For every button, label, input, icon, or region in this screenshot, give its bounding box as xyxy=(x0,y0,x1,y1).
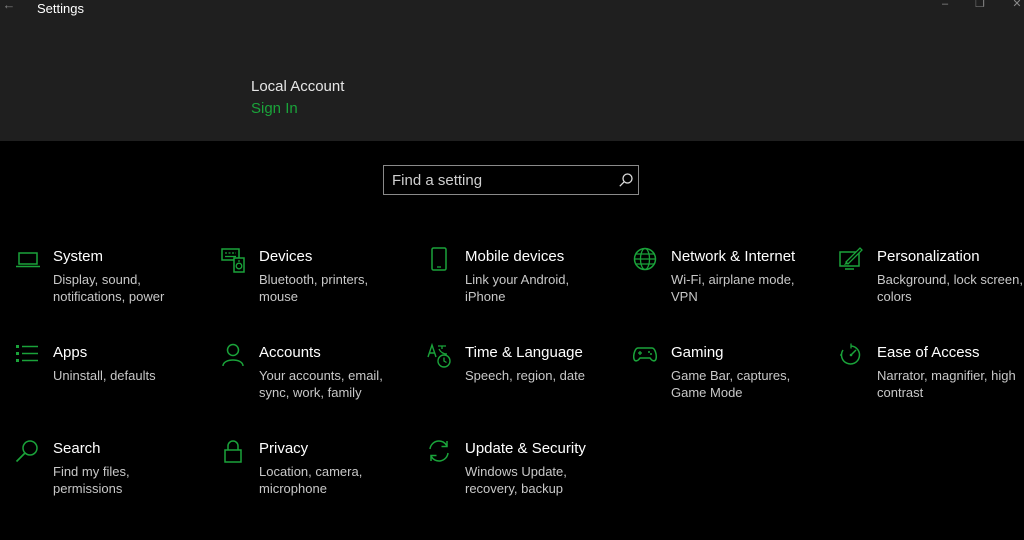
search-icon xyxy=(15,439,41,465)
category-description: Location, camera, microphone xyxy=(259,464,363,496)
category-description: Your accounts, email, sync, work, family xyxy=(259,368,383,400)
keyboard-speaker-icon xyxy=(221,247,247,273)
category-title: Search xyxy=(53,440,101,457)
category-title: Ease of Access xyxy=(877,344,980,361)
category-accounts[interactable]: Accounts Your accounts, email, sync, wor… xyxy=(221,343,411,423)
laptop-icon xyxy=(15,247,41,273)
category-description: Find my files, permissions xyxy=(53,464,130,496)
search-input[interactable] xyxy=(384,166,614,194)
category-privacy[interactable]: Privacy Location, camera, microphone xyxy=(221,439,411,519)
category-gaming[interactable]: Gaming Game Bar, captures, Game Mode xyxy=(633,343,823,423)
category-description: Display, sound, notifications, power xyxy=(53,272,165,304)
category-title: Gaming xyxy=(671,344,724,361)
category-description: Bluetooth, printers, mouse xyxy=(259,272,369,304)
globe-icon xyxy=(633,247,659,273)
category-title: Personalization xyxy=(877,248,980,265)
category-ease-of-access[interactable]: Ease of Access Narrator, magnifier, high… xyxy=(839,343,1024,423)
minimize-button[interactable]: – xyxy=(936,0,954,11)
category-time-language[interactable]: Time & Language Speech, region, date xyxy=(427,342,617,423)
category-title: Apps xyxy=(53,344,88,361)
close-button[interactable]: ✕ xyxy=(1008,0,1024,11)
title-bar: ← Settings – ❐ ✕ xyxy=(0,0,1024,18)
sign-in-link[interactable]: Sign In xyxy=(251,100,298,118)
search-box[interactable] xyxy=(383,165,639,195)
time-language-icon xyxy=(427,342,453,369)
account-name: Local Account xyxy=(251,78,345,95)
back-arrow-icon[interactable]: ← xyxy=(2,0,16,12)
category-update-security[interactable]: Update & Security Windows Update, recove… xyxy=(427,439,617,519)
category-mobile-devices[interactable]: Mobile devices Link your Android, iPhone xyxy=(427,247,617,327)
ease-of-access-icon xyxy=(839,343,865,369)
app-title: Settings xyxy=(37,1,84,16)
category-description: Background, lock screen, colors xyxy=(877,272,1023,304)
category-apps[interactable]: Apps Uninstall, defaults xyxy=(15,343,205,423)
category-devices[interactable]: Devices Bluetooth, printers, mouse xyxy=(221,247,411,327)
category-description: Uninstall, defaults xyxy=(53,368,156,383)
category-title: Devices xyxy=(259,248,313,265)
category-personalization[interactable]: Personalization Background, lock screen,… xyxy=(839,247,1024,327)
category-title: Accounts xyxy=(259,344,321,361)
search-icon[interactable] xyxy=(618,172,634,188)
category-description: Game Bar, captures, Game Mode xyxy=(671,368,791,400)
sync-arrows-icon xyxy=(427,439,453,465)
category-title: Mobile devices xyxy=(465,248,565,265)
category-description: Link your Android, iPhone xyxy=(465,272,570,304)
category-title: Network & Internet xyxy=(671,248,796,265)
category-title: Privacy xyxy=(259,440,309,457)
gamepad-icon xyxy=(633,343,659,369)
phone-icon xyxy=(427,247,453,273)
category-title: Time & Language xyxy=(465,344,583,361)
account-header: ← Settings – ❐ ✕ Local Account Sign In xyxy=(0,0,1024,141)
category-description: Narrator, magnifier, high contrast xyxy=(877,368,1016,400)
category-system[interactable]: System Display, sound, notifications, po… xyxy=(15,247,205,327)
category-title: Update & Security xyxy=(465,440,586,457)
person-icon xyxy=(221,343,247,369)
category-search[interactable]: Search Find my files, permissions xyxy=(15,439,205,519)
paint-monitor-icon xyxy=(839,247,865,273)
category-title: System xyxy=(53,248,104,265)
lock-icon xyxy=(221,439,247,465)
category-description: Wi-Fi, airplane mode, VPN xyxy=(671,272,795,304)
maximize-button[interactable]: ❐ xyxy=(971,0,989,11)
category-network-internet[interactable]: Network & Internet Wi-Fi, airplane mode,… xyxy=(633,247,823,327)
apps-list-icon xyxy=(15,343,41,369)
category-description: Windows Update, recovery, backup xyxy=(465,464,567,496)
category-description: Speech, region, date xyxy=(465,368,585,383)
